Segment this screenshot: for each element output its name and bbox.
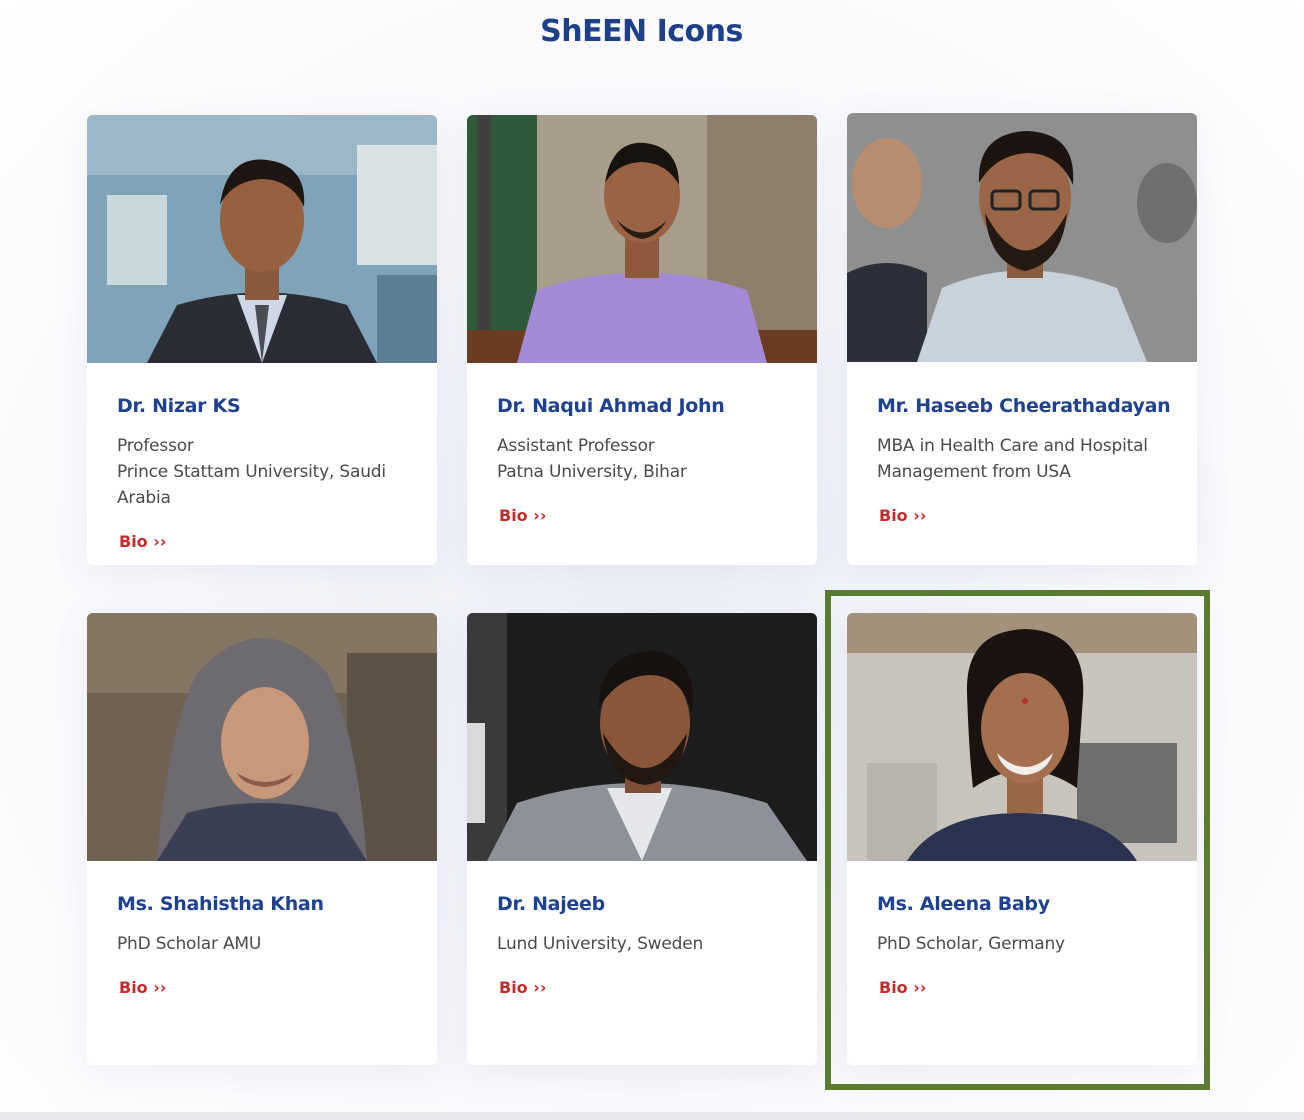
- profile-photo: [87, 115, 437, 363]
- profile-affiliation: PhD Scholar, Germany: [877, 934, 1065, 954]
- profile-description: Lund University, Sweden: [497, 931, 797, 957]
- profile-affiliation: Lund University, Sweden: [497, 934, 704, 954]
- profile-name: Mr. Haseeb Cheerathadayan: [877, 395, 1171, 417]
- profile-photo: [847, 613, 1197, 861]
- profile-card: Dr. Najeeb Lund University, Sweden Bio ›…: [467, 613, 817, 1065]
- bio-link[interactable]: Bio ››: [499, 506, 546, 525]
- profile-card: Dr. Nizar KS Professor Prince Stattam Un…: [87, 115, 437, 565]
- profile-card: Ms. Shahistha Khan PhD Scholar AMU Bio ›…: [87, 613, 437, 1065]
- profile-photo: [847, 113, 1197, 362]
- profile-card: Dr. Naqui Ahmad John Assistant Professor…: [467, 115, 817, 565]
- profile-description: MBA in Health Care and Hospital Manageme…: [877, 433, 1177, 485]
- bio-link[interactable]: Bio ››: [499, 978, 546, 997]
- profile-name: Ms. Aleena Baby: [877, 893, 1050, 915]
- section-title: ShEEN Icons: [540, 14, 743, 49]
- profile-role: Assistant Professor: [497, 436, 655, 456]
- profile-name: Dr. Najeeb: [497, 893, 605, 915]
- profile-photo: [87, 613, 437, 861]
- profile-photo: [467, 613, 817, 861]
- page-bottom-divider: [0, 1112, 1304, 1120]
- bio-link[interactable]: Bio ››: [119, 978, 166, 997]
- profile-description: PhD Scholar AMU: [117, 931, 417, 957]
- profile-name: Dr. Naqui Ahmad John: [497, 395, 725, 417]
- profile-affiliation: Prince Stattam University, Saudi Arabia: [117, 462, 386, 508]
- profile-role: PhD Scholar AMU: [117, 934, 262, 954]
- profile-role: MBA in Health Care and Hospital Manageme…: [877, 436, 1148, 482]
- profile-name: Ms. Shahistha Khan: [117, 893, 324, 915]
- profile-name: Dr. Nizar KS: [117, 395, 241, 417]
- profile-description: Assistant Professor Patna University, Bi…: [497, 433, 797, 485]
- bio-link[interactable]: Bio ››: [879, 506, 926, 525]
- profile-photo: [467, 115, 817, 363]
- profile-description: Professor Prince Stattam University, Sau…: [117, 433, 417, 511]
- profile-card: Ms. Aleena Baby PhD Scholar, Germany Bio…: [847, 613, 1197, 1065]
- profile-affiliation: Patna University, Bihar: [497, 462, 687, 482]
- profile-description: PhD Scholar, Germany: [877, 931, 1177, 957]
- bio-link[interactable]: Bio ››: [879, 978, 926, 997]
- profile-role: Professor: [117, 436, 194, 456]
- bio-link[interactable]: Bio ››: [119, 532, 166, 551]
- profile-card: Mr. Haseeb Cheerathadayan MBA in Health …: [847, 113, 1197, 565]
